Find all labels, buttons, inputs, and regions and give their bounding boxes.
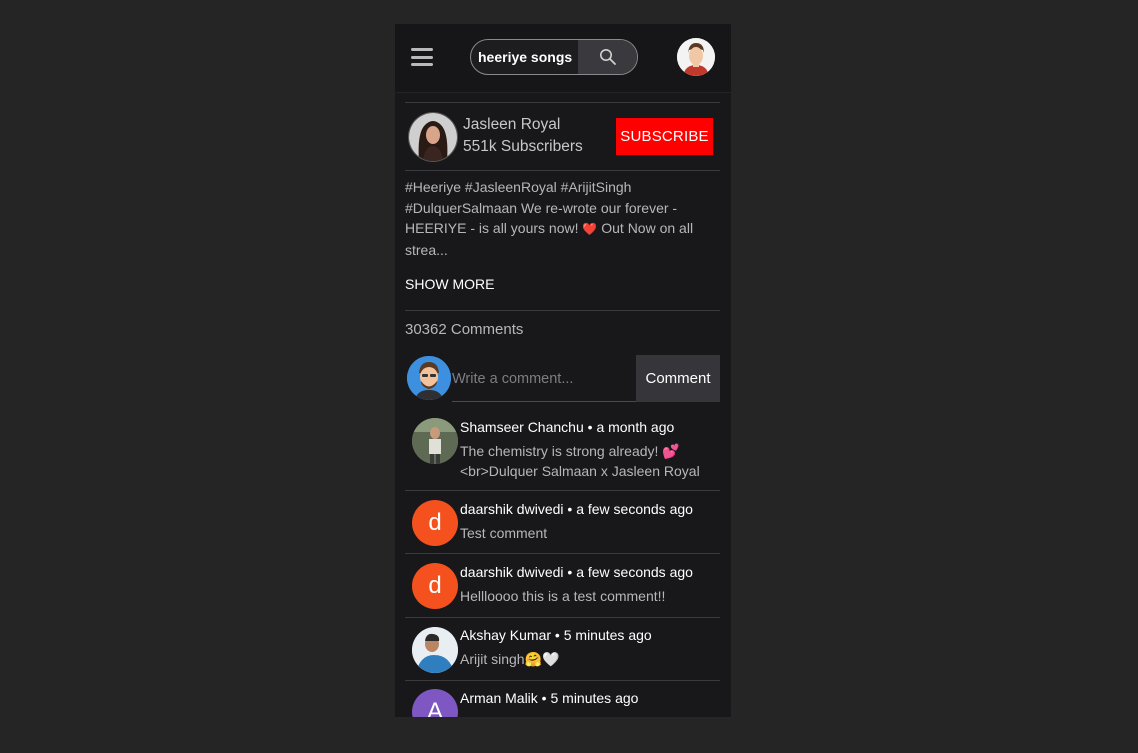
- description-line: #Heeriye #JasleenRoyal #ArijitSingh: [405, 179, 632, 195]
- comment-input[interactable]: [452, 356, 636, 402]
- menu-icon[interactable]: [411, 48, 433, 66]
- comment-text: Hellloooo this is a test comment!!: [460, 588, 666, 604]
- user-avatar-icon: [407, 356, 451, 400]
- comment-item: A Arman Malik • 5 minutes ago: [405, 689, 720, 717]
- comment-header: Shamseer Chanchu • a month ago: [460, 419, 675, 435]
- heart-icon: ❤️: [582, 222, 598, 236]
- divider: [405, 490, 720, 491]
- description-line: strea...: [405, 241, 448, 258]
- comment-header: Akshay Kumar • 5 minutes ago: [460, 627, 652, 643]
- subscriber-count: 551k Subscribers: [463, 138, 583, 155]
- comment-text: Test comment: [460, 525, 548, 541]
- description-line: #DulquerSalmaan We re-wrote our forever …: [405, 199, 678, 216]
- comment-text: Arijit singh🤗🤍: [460, 651, 560, 667]
- subscribe-button[interactable]: SUBSCRIBE: [616, 118, 713, 155]
- comment-header: daarshik dwivedi • a few seconds ago: [460, 564, 693, 580]
- search-button[interactable]: [578, 40, 637, 74]
- divider: [405, 310, 720, 311]
- commenter-photo: [412, 418, 458, 464]
- commenter-avatar[interactable]: [412, 627, 458, 673]
- comment-item: Shamseer Chanchu • a month ago The chemi…: [405, 416, 720, 491]
- divider: [405, 680, 720, 681]
- commenter-avatar[interactable]: [412, 418, 458, 464]
- divider: [405, 617, 720, 618]
- channel-name[interactable]: Jasleen Royal: [463, 116, 560, 134]
- commenter-avatar[interactable]: d: [412, 563, 458, 609]
- channel-avatar-image: [409, 113, 457, 161]
- commenter-photo: [412, 627, 458, 673]
- user-avatar-icon: [677, 38, 715, 76]
- divider: [405, 102, 720, 103]
- top-bar: [395, 24, 731, 93]
- commenter-avatar[interactable]: A: [412, 689, 458, 717]
- search-icon: [599, 49, 616, 65]
- search-box: [470, 39, 638, 75]
- profile-avatar[interactable]: [677, 38, 715, 76]
- comment-item: Akshay Kumar • 5 minutes ago Arijit sing…: [405, 626, 720, 681]
- comment-submit-button[interactable]: Comment: [636, 355, 720, 402]
- description-line: HEERIYE - is all yours now! ❤️ Out Now o…: [405, 220, 694, 236]
- show-more-button[interactable]: SHOW MORE: [405, 276, 494, 292]
- comment-item: d daarshik dwivedi • a few seconds ago T…: [405, 499, 720, 554]
- comment-header: Arman Malik • 5 minutes ago: [460, 690, 639, 706]
- search-input[interactable]: [471, 40, 576, 74]
- comment-item: d daarshik dwivedi • a few seconds ago H…: [405, 562, 720, 618]
- current-user-avatar: [407, 356, 451, 400]
- divider: [405, 553, 720, 554]
- comment-header: daarshik dwivedi • a few seconds ago: [460, 501, 693, 517]
- comments-count: 30362 Comments: [405, 321, 524, 338]
- channel-avatar[interactable]: [408, 112, 458, 162]
- app-window: Jasleen Royal 551k Subscribers SUBSCRIBE…: [395, 24, 731, 717]
- comment-text: The chemistry is strong already! 💕 <br>D…: [460, 443, 700, 479]
- divider: [405, 170, 720, 171]
- commenter-avatar[interactable]: d: [412, 500, 458, 546]
- video-description: #Heeriye #JasleenRoyal #ArijitSingh #Dul…: [405, 177, 705, 260]
